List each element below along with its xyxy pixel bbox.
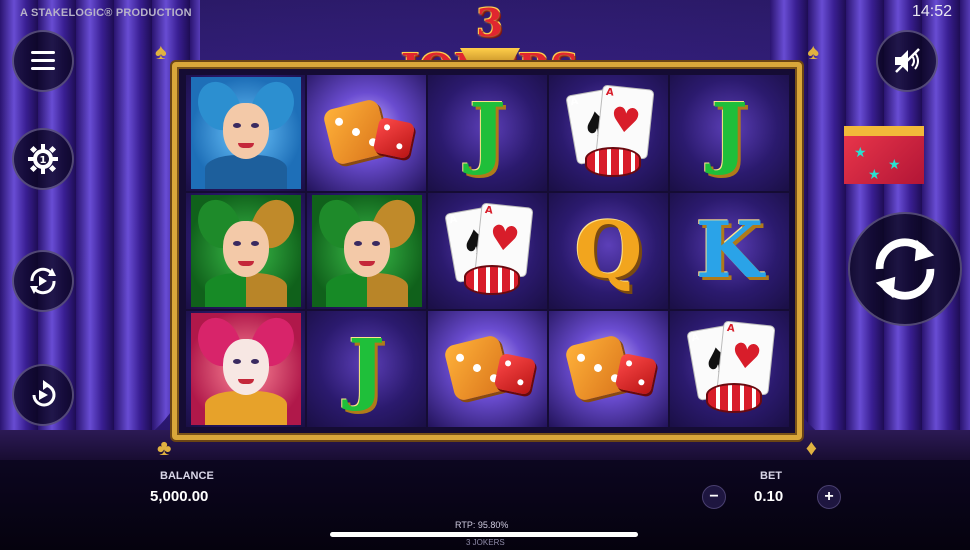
dice-symbol — [442, 334, 536, 404]
reel-frame: ♠ ♠ ♣ ♦ J A ♠ A ♥ J A ♠ A ♥ Q K J A ♠ A … — [155, 41, 819, 459]
game-stage: A STAKELOGIC® PRODUCTION 14:52 3 JOKERS … — [0, 0, 970, 550]
autoplay-button[interactable] — [12, 250, 74, 312]
autoplay-icon — [30, 267, 56, 295]
cards-chips-symbol: A ♠ A ♥ — [682, 320, 778, 417]
status-clock: 14:52 — [911, 3, 952, 20]
rtp-label: RTP: 95.80% — [455, 520, 509, 530]
bonus-gift-button[interactable]: ★ ★ ★ — [830, 110, 940, 190]
reel-cell: A ♠ A ♥ — [670, 311, 789, 427]
bet-increase-button[interactable]: + — [817, 485, 841, 509]
spin-icon — [875, 238, 935, 300]
reel-cell — [549, 311, 668, 427]
game-logo: 3 JOKERS — [385, 0, 595, 90]
q-symbol: Q — [574, 205, 643, 296]
reel-cell — [307, 75, 426, 191]
cards-chips-symbol: A ♠ A ♥ — [440, 202, 536, 299]
turbo-icon — [32, 380, 56, 407]
reel-cell: K — [670, 193, 789, 309]
reel-cell — [307, 193, 426, 309]
reel-cell: J — [428, 75, 547, 191]
balance-value: 5,000.00 — [150, 488, 209, 505]
bet-decrease-button[interactable]: − — [702, 485, 726, 509]
j-symbol: J — [469, 87, 506, 178]
red-joker-symbol — [189, 311, 302, 425]
gift-box-icon: ★ ★ ★ — [844, 126, 924, 184]
reel-cell — [186, 311, 305, 427]
reel-cell: A ♠ A ♥ — [549, 75, 668, 191]
green-joker-symbol — [310, 193, 423, 307]
cards-chips-symbol: A ♠ A ♥ — [561, 84, 657, 181]
dice-symbol — [563, 334, 657, 404]
game-name-label: 3 JOKERS — [466, 538, 505, 547]
club-ornament-icon: ♣ — [157, 435, 172, 460]
spade-ornament-icon: ♠ — [807, 39, 819, 64]
j-symbol: J — [348, 323, 385, 414]
reel-cell: J — [307, 311, 426, 427]
spade-ornament-icon: ♠ — [155, 39, 167, 64]
blue-joker-symbol — [189, 75, 302, 189]
bet-value: 0.10 — [754, 488, 784, 505]
sound-muted-icon — [895, 48, 920, 73]
bet-label: BET — [760, 470, 782, 482]
reel-grid: J A ♠ A ♥ J A ♠ A ♥ Q K J A ♠ A ♥ — [186, 75, 789, 427]
balance-label: BALANCE — [160, 470, 214, 482]
reel-cell: A ♠ A ♥ — [428, 193, 547, 309]
sound-button[interactable] — [876, 30, 938, 92]
green-joker-symbol — [189, 193, 302, 307]
settings-gear-icon: 1 — [28, 144, 58, 174]
reel-cell — [428, 311, 547, 427]
reel-cell — [186, 75, 305, 191]
home-indicator[interactable] — [330, 532, 638, 537]
turbo-button[interactable] — [12, 364, 74, 426]
reel-cell: J — [670, 75, 789, 191]
dice-symbol — [321, 98, 415, 168]
reel-cell — [186, 193, 305, 309]
reel-cell: Q — [549, 193, 668, 309]
j-symbol: J — [711, 87, 748, 178]
spin-button[interactable] — [848, 212, 962, 326]
k-symbol: K — [695, 205, 764, 296]
menu-icon — [31, 51, 55, 70]
producer-label: A STAKELOGIC® PRODUCTION — [20, 7, 192, 19]
menu-button[interactable] — [12, 30, 74, 92]
settings-button[interactable]: 1 — [12, 128, 74, 190]
diamond-ornament-icon: ♦ — [805, 435, 817, 460]
svg-text:1: 1 — [40, 155, 47, 166]
